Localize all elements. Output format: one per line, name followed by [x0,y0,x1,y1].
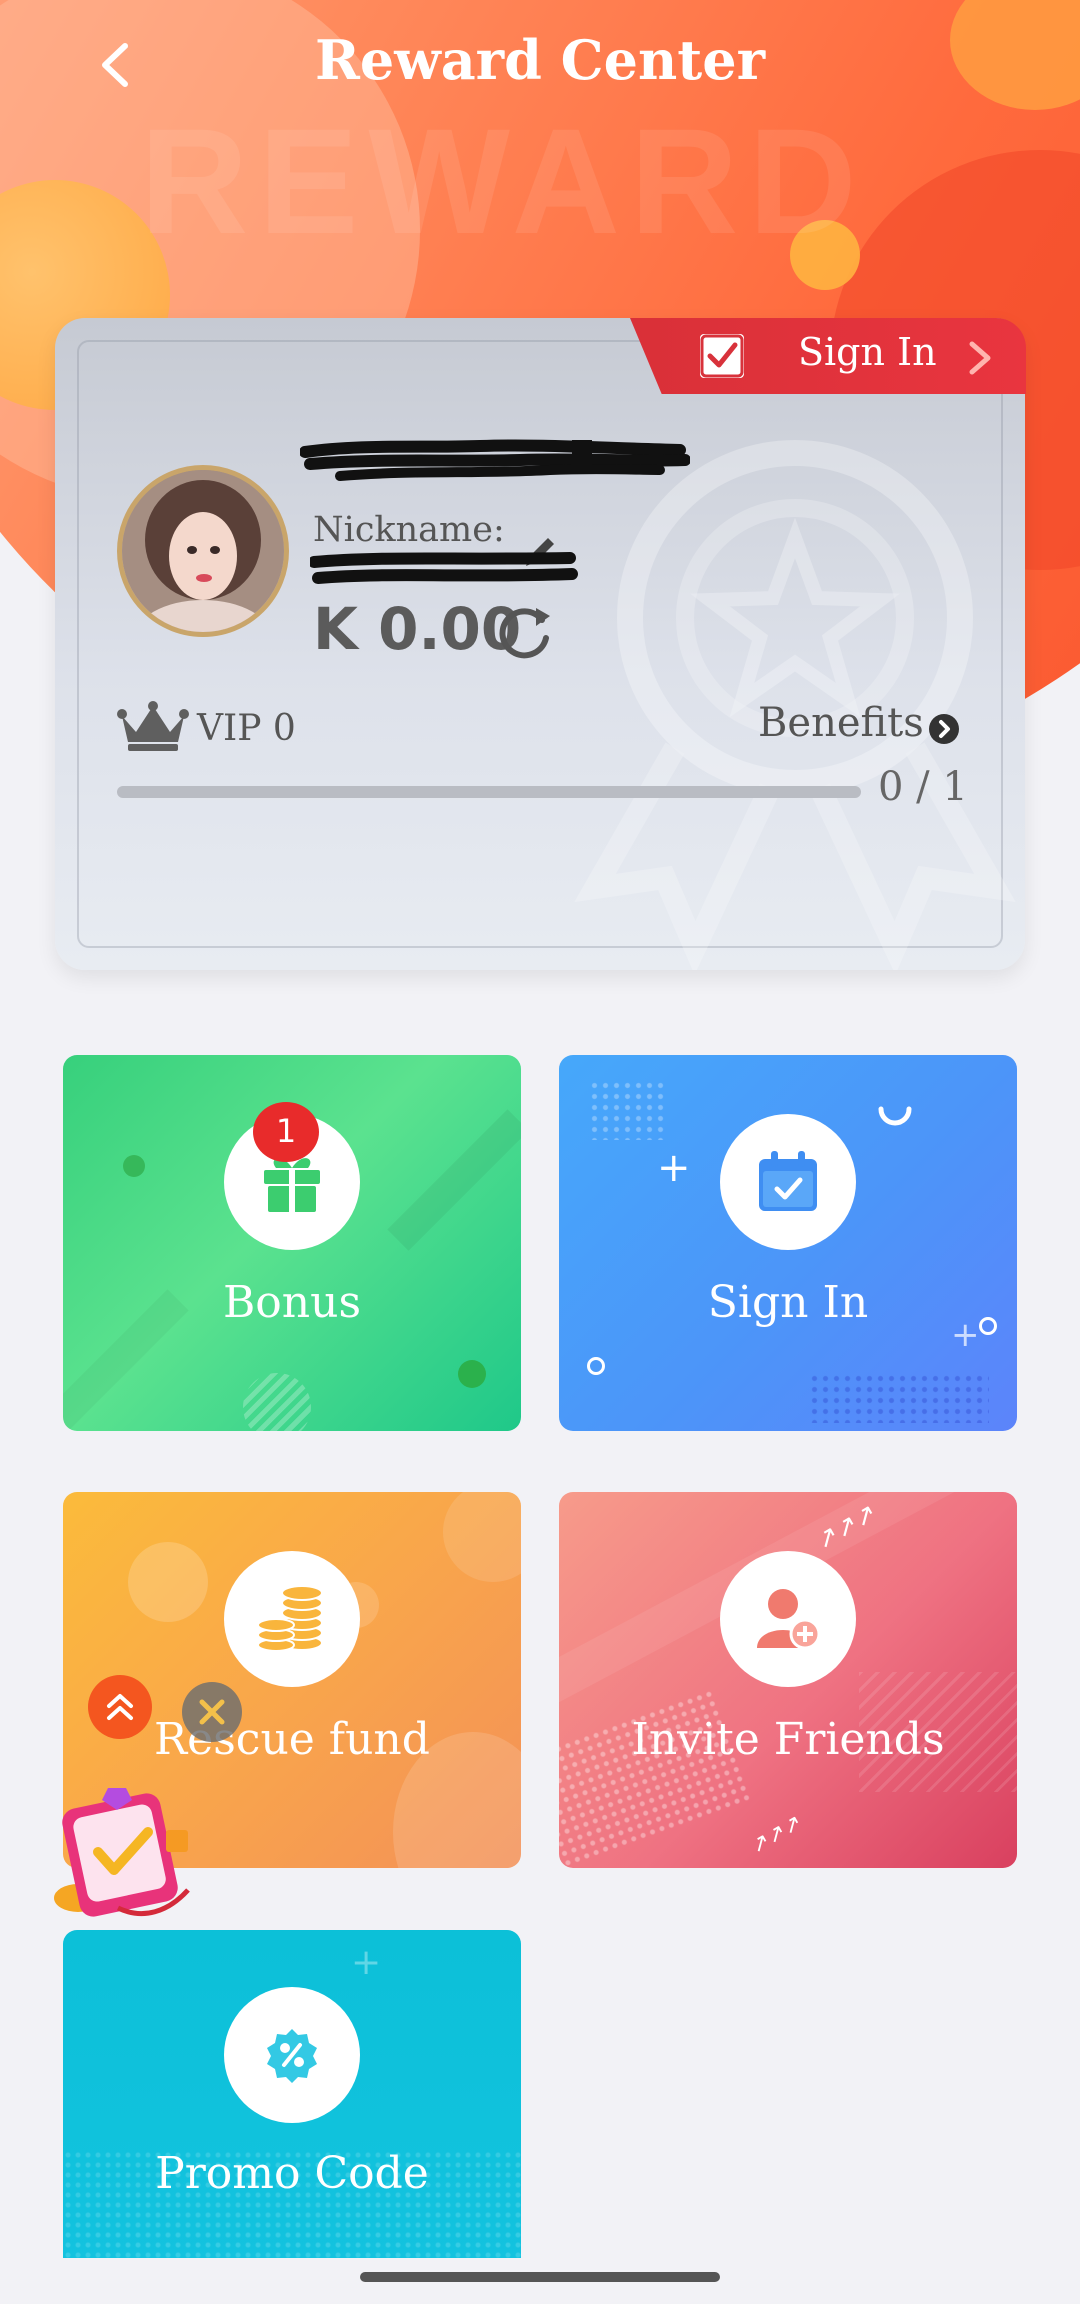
double-chevron-up-icon [107,1694,133,1720]
scroll-to-top-button[interactable] [88,1675,152,1739]
promo-code-icon-circle [224,1987,360,2123]
percent-icon [267,2029,317,2083]
benefits-link[interactable]: Benefits [758,700,924,746]
header-watermark: REWARD [140,97,867,265]
decor-bubble [128,1542,208,1622]
decor-ring [587,1357,605,1375]
avatar[interactable] [117,465,289,637]
sign-in-tile[interactable]: + + Sign In [559,1055,1017,1431]
chevron-right-icon[interactable] [966,340,994,376]
decor-dot [123,1155,145,1177]
bonus-label: Bonus [222,1277,362,1328]
medal-icon [574,440,1016,970]
vip-progress-text: 0 / 1 [878,764,968,810]
redacted-nickname [310,552,578,584]
invite-friends-tile[interactable]: ↗↗↗ ↗↗↗ Invite Friends [559,1492,1017,1868]
sign-in-icon-circle [720,1114,856,1250]
decor-arc [878,1106,912,1126]
notification-badge: 1 [253,1102,319,1162]
decor-bubble [443,1492,521,1582]
promo-code-label: Promo Code [155,2148,429,2199]
refresh-icon[interactable] [496,604,554,662]
coins-icon [257,1585,323,1652]
vip-level: VIP 0 [197,708,296,749]
chevron-right-circle-icon[interactable] [928,713,960,745]
decor-dot [243,1373,311,1431]
avatar-photo [122,470,284,632]
decor-dots [589,1080,665,1140]
invite-friends-label: Invite Friends [631,1714,945,1765]
invite-friends-icon-circle [720,1551,856,1687]
close-floating-button[interactable] [182,1682,242,1742]
decor-stripe [387,1109,521,1251]
decor-arrows: ↗↗↗ [746,1809,807,1860]
plus-icon: + [351,1942,382,1983]
decor-dot [458,1360,486,1388]
redacted-user-id [300,439,690,481]
close-icon [199,1699,225,1725]
page-title: Reward Center [314,28,766,92]
add-user-icon [757,1589,821,1650]
decor-dots [809,1373,989,1423]
calendar-check-icon [759,1151,817,1211]
nickname-label: Nickname: [313,510,505,550]
sign-in-label: Sign In [707,1277,869,1328]
balance-value: K 0.00 [313,595,522,663]
sign-in-tab-label[interactable]: Sign In [798,330,937,374]
rescue-fund-icon-circle [224,1551,360,1687]
crown-icon [117,701,189,751]
home-indicator[interactable] [360,2272,720,2282]
checkbox-icon [700,334,744,378]
plus-icon: + [657,1145,691,1191]
vip-progress-bar [117,786,861,798]
promo-code-tile[interactable]: + Promo Code [63,1930,521,2304]
floating-checkin-gift-icon[interactable] [48,1780,198,1925]
